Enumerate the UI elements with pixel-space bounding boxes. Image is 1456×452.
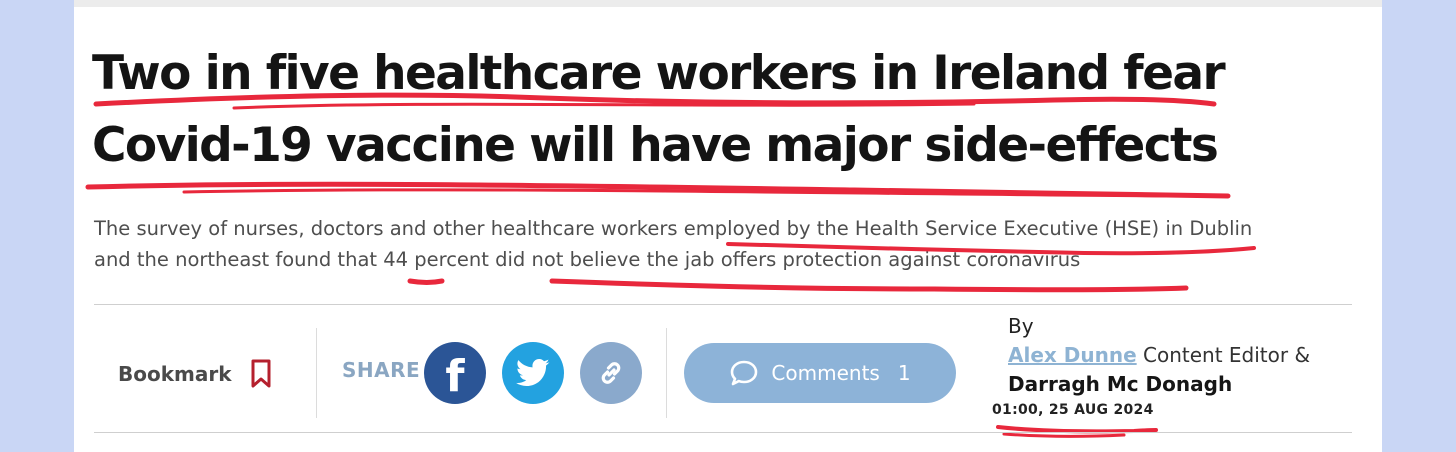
subheadline-line-1: The survey of nurses, doctors and other … <box>94 217 1253 240</box>
annotation-underline-headline-2b <box>182 188 1186 198</box>
subheadline-line-2: and the northeast found that 44 percent … <box>94 248 1081 271</box>
second-author: Darragh Mc Donagh <box>1008 372 1233 396</box>
headline-line-2: Covid-19 vaccine will have major side-ef… <box>92 118 1219 173</box>
comment-bubble-icon <box>731 360 758 386</box>
article-page: Two in five healthcare workers in Irelan… <box>74 0 1382 452</box>
facebook-share-button[interactable]: f <box>424 342 486 404</box>
byline-by: By <box>1008 314 1034 338</box>
divider-vertical-2 <box>666 328 667 418</box>
divider-top <box>94 304 1352 305</box>
comments-button[interactable]: Comments 1 <box>684 343 956 403</box>
annotation-underline-not-believe <box>549 278 1189 293</box>
annotation-underline-timestamp-2 <box>1002 432 1126 438</box>
headline: Two in five healthcare workers in Irelan… <box>92 38 1292 182</box>
comments-label: Comments <box>771 361 880 385</box>
link-icon <box>601 362 621 384</box>
twitter-icon <box>516 358 550 387</box>
author-role: Content Editor & <box>1143 343 1311 367</box>
byline: By Alex Dunne Content Editor & Darragh M… <box>1008 312 1378 399</box>
annotation-underline-timestamp <box>996 425 1158 434</box>
annotation-underline-44 <box>407 278 445 285</box>
share-label: SHARE <box>342 358 421 382</box>
top-strip <box>74 0 1382 7</box>
divider-vertical-1 <box>316 328 317 418</box>
facebook-icon: f <box>445 351 465 402</box>
divider-bottom <box>94 432 1352 433</box>
comments-count: 1 <box>897 361 911 385</box>
bookmark-button[interactable]: Bookmark <box>118 358 272 390</box>
publish-timestamp: 01:00, 25 AUG 2024 <box>992 402 1154 418</box>
author-link[interactable]: Alex Dunne <box>1008 343 1137 367</box>
annotation-underline-headline-2 <box>85 181 1231 199</box>
headline-line-1: Two in five healthcare workers in Irelan… <box>92 46 1226 101</box>
bookmark-icon <box>251 359 271 388</box>
bookmark-label: Bookmark <box>118 362 232 386</box>
subheadline: The survey of nurses, doctors and other … <box>94 213 1344 275</box>
twitter-share-button[interactable] <box>502 342 564 404</box>
copy-link-button[interactable] <box>580 342 642 404</box>
